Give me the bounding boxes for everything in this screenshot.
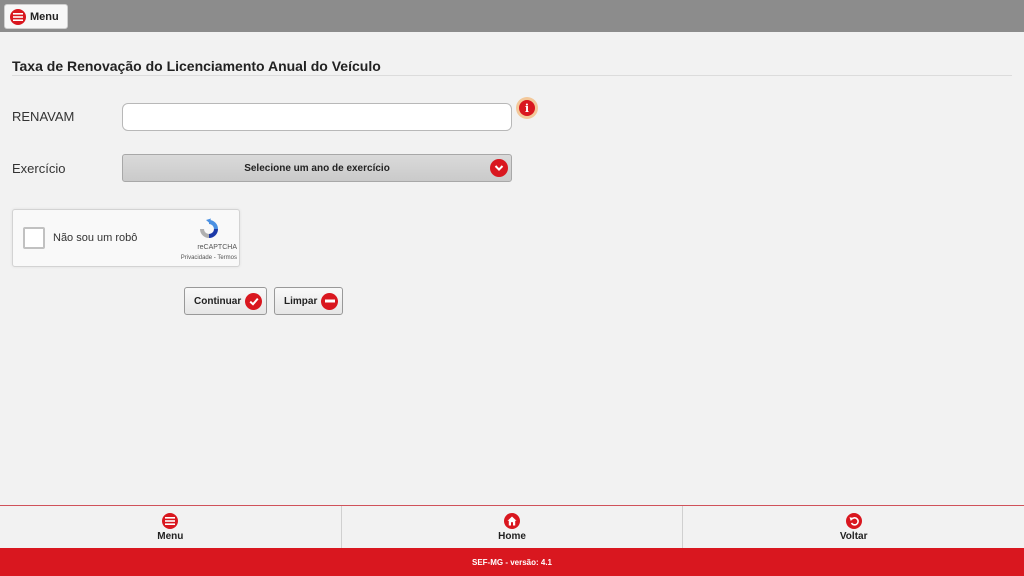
- info-icon: i: [519, 100, 535, 116]
- bottom-nav-home[interactable]: Home: [342, 506, 684, 548]
- minus-icon: [321, 292, 339, 310]
- exercicio-label: Exercício: [12, 161, 66, 176]
- bottom-nav-home-label: Home: [498, 530, 526, 542]
- renavam-info-button[interactable]: i: [516, 97, 538, 119]
- bottom-nav-back-label: Voltar: [839, 530, 868, 542]
- back-icon: [845, 512, 862, 529]
- menu-icon: [162, 512, 179, 529]
- recaptcha-brand: reCAPTCHA: [197, 244, 237, 251]
- version-text: SEF-MG - versão: 4.1: [471, 557, 553, 567]
- menu-button-label: Menu: [30, 10, 59, 23]
- exercicio-select-value: Selecione um ano de exercício: [244, 162, 390, 174]
- home-icon: [504, 512, 520, 529]
- check-icon: [245, 292, 263, 310]
- recaptcha-checkbox[interactable]: [23, 227, 45, 249]
- menu-button[interactable]: Menu: [4, 4, 68, 29]
- clear-button[interactable]: Limpar: [274, 287, 344, 315]
- footer: SEF-MG - versão: 4.1: [0, 548, 1024, 576]
- exercicio-select[interactable]: Selecione um ano de exercício: [122, 154, 512, 182]
- top-bar: Menu: [0, 0, 1024, 32]
- bottom-nav: Menu Home Voltar: [0, 505, 1024, 548]
- recaptcha-label: Não sou um robô: [53, 232, 138, 244]
- menu-icon: [10, 8, 26, 25]
- recaptcha-logo-icon: [200, 218, 218, 238]
- chevron-down-icon: [490, 159, 508, 177]
- recaptcha-widget: Não sou um robô reCAPTCHA Privacidade - …: [12, 209, 240, 267]
- clear-button-label: Limpar: [284, 295, 318, 307]
- title-divider: [12, 75, 1012, 76]
- bottom-nav-menu-label: Menu: [157, 530, 184, 542]
- renavam-input[interactable]: [122, 103, 512, 131]
- bottom-nav-menu[interactable]: Menu: [0, 506, 342, 548]
- renavam-label: RENAVAM: [12, 109, 75, 124]
- continue-button[interactable]: Continuar: [184, 287, 268, 315]
- continue-button-label: Continuar: [194, 295, 242, 307]
- bottom-nav-back[interactable]: Voltar: [683, 506, 1024, 548]
- page-title: Taxa de Renovação do Licenciamento Anual…: [12, 58, 381, 74]
- recaptcha-links[interactable]: Privacidade - Termos: [163, 255, 237, 261]
